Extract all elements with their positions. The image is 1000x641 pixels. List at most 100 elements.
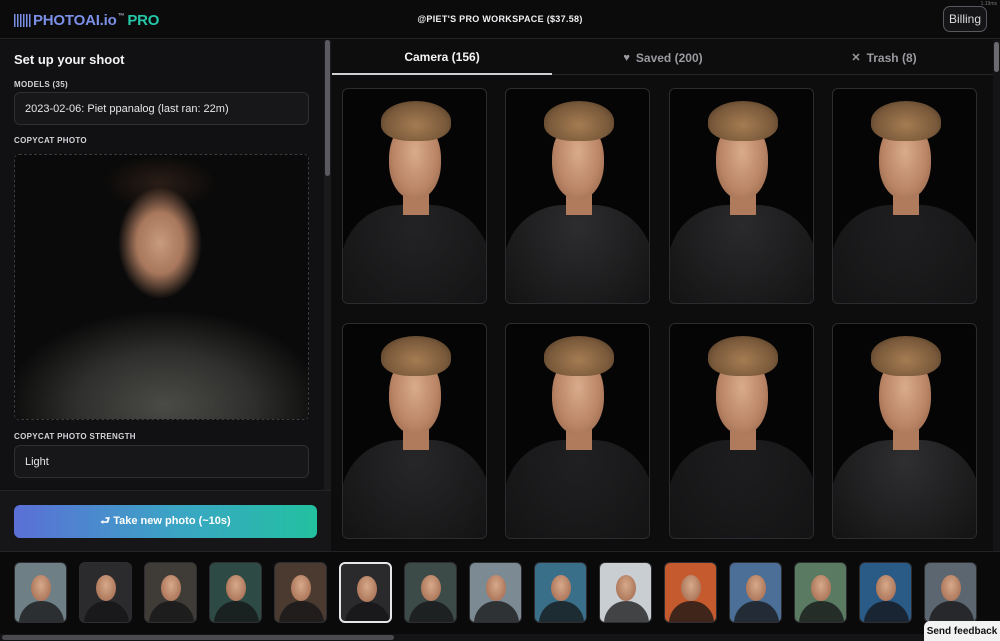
photo-hair <box>544 101 614 141</box>
thumbnail-body <box>799 601 844 622</box>
photo-shirt <box>833 205 976 303</box>
thumbnail-face <box>161 575 181 601</box>
generated-photo[interactable] <box>342 88 487 304</box>
thumbnail-face <box>876 575 896 601</box>
copycat-thumbnail[interactable] <box>924 562 977 623</box>
thumbnail-body <box>669 601 714 622</box>
thumbnail-face <box>421 575 441 601</box>
panel-title: Set up your shoot <box>14 52 125 67</box>
thumbnail-body <box>864 601 909 622</box>
thumbnail-body <box>345 602 390 621</box>
billing-button[interactable]: Billing <box>943 6 987 32</box>
thumbnail-face <box>31 575 51 601</box>
thumbnail-face <box>616 575 636 601</box>
copycat-thumbnail[interactable] <box>274 562 327 623</box>
thumbnail-body <box>929 601 974 622</box>
thumbnail-body <box>214 601 259 622</box>
thumbnail-face <box>96 575 116 601</box>
copycat-strength-select[interactable]: Light <box>14 445 309 478</box>
copycat-thumbnail-strip: Send feedback <box>0 551 1000 641</box>
generated-photo[interactable] <box>342 323 487 539</box>
copycat-thumbnail[interactable] <box>469 562 522 623</box>
copycat-thumbnail[interactable] <box>209 562 262 623</box>
generated-photo[interactable] <box>669 323 814 539</box>
photo-hair <box>871 336 941 376</box>
photo-shirt <box>670 205 813 303</box>
thumbnail-body <box>84 601 129 622</box>
tab-camera-label: Camera (156) <box>404 49 480 64</box>
copycat-thumbnail[interactable] <box>144 562 197 623</box>
gallery-scrollbar[interactable] <box>993 40 1000 551</box>
copycat-photo-dropzone[interactable] <box>14 154 309 420</box>
generated-photo[interactable] <box>505 88 650 304</box>
photo-shirt <box>833 440 976 538</box>
left-scrollbar[interactable] <box>324 40 331 551</box>
photo-shirt <box>343 440 486 538</box>
copycat-thumbnail[interactable] <box>729 562 782 623</box>
photo-hair <box>708 336 778 376</box>
gallery-panel: Camera (156) ♥ Saved (200) ✕ Trash (8) <box>332 40 1000 551</box>
copycat-thumbnail[interactable] <box>79 562 132 623</box>
shoot-setup-panel: Set up your shoot MODELS (35) 2023-02-06… <box>0 40 331 551</box>
photo-hair <box>544 336 614 376</box>
thumbnail-body <box>539 601 584 622</box>
send-feedback-button[interactable]: Send feedback <box>924 621 1000 641</box>
copycat-thumbnail[interactable] <box>794 562 847 623</box>
photo-shirt <box>506 440 649 538</box>
copycat-thumbnail[interactable] <box>404 562 457 623</box>
generated-photo[interactable] <box>832 88 977 304</box>
thumbnail-body <box>19 601 64 622</box>
thumbnail-body <box>279 601 324 622</box>
tab-trash-label: Trash (8) <box>866 50 917 65</box>
heart-icon: ♥ <box>623 51 630 64</box>
strip-scrollbar-thumb[interactable] <box>2 635 394 640</box>
generated-photo[interactable] <box>505 323 650 539</box>
thumbnail-face <box>486 575 506 601</box>
gallery-scrollbar-thumb[interactable] <box>994 42 999 72</box>
thumbnail-face <box>357 576 377 602</box>
copycat-thumbnail[interactable] <box>339 562 392 623</box>
tab-saved[interactable]: ♥ Saved (200) <box>553 40 773 75</box>
thumbnail-face <box>746 575 766 601</box>
thumbnail-face <box>226 575 246 601</box>
left-scrollbar-thumb[interactable] <box>325 40 330 176</box>
thumbnail-body <box>149 601 194 622</box>
version-label: 1.19ms <box>980 1 997 7</box>
cta-bar: ⮐ Take new photo (~10s) <box>0 490 331 551</box>
photo-shirt <box>670 440 813 538</box>
copycat-thumbnail[interactable] <box>534 562 587 623</box>
thumbnail-face <box>681 575 701 601</box>
photo-hair <box>381 101 451 141</box>
generated-photo[interactable] <box>669 88 814 304</box>
thumbnail-body <box>474 601 519 622</box>
model-select[interactable]: 2023-02-06: Piet ppanalog (last ran: 22m… <box>14 92 309 125</box>
copycat-photo-label: COPYCAT PHOTO <box>14 136 87 145</box>
models-label: MODELS (35) <box>14 80 68 89</box>
photo-hair <box>708 101 778 141</box>
take-new-photo-button[interactable]: ⮐ Take new photo (~10s) <box>14 505 317 538</box>
gallery-tabs: Camera (156) ♥ Saved (200) ✕ Trash (8) <box>332 40 995 75</box>
close-icon: ✕ <box>851 52 861 64</box>
strip-scrollbar[interactable] <box>0 634 1000 641</box>
photo-shirt <box>506 205 649 303</box>
photoai-app: PHOTOAI.io ™ PRO @PIET'S PRO WORKSPACE (… <box>0 0 1000 641</box>
photo-shirt <box>343 205 486 303</box>
thumbnail-face <box>811 575 831 601</box>
generated-photo[interactable] <box>832 323 977 539</box>
copycat-thumbnail[interactable] <box>14 562 67 623</box>
thumbnail-face <box>941 575 961 601</box>
tab-saved-label: Saved (200) <box>635 50 703 65</box>
tab-camera[interactable]: Camera (156) <box>332 40 552 75</box>
copycat-strength-label: COPYCAT PHOTO STRENGTH <box>14 432 136 441</box>
thumbnail-face <box>551 575 571 601</box>
workspace-title: @PIET'S PRO WORKSPACE ($37.58) <box>417 14 583 24</box>
photo-hair <box>871 101 941 141</box>
tab-trash[interactable]: ✕ Trash (8) <box>774 40 994 75</box>
copycat-thumbnail[interactable] <box>599 562 652 623</box>
copycat-portrait-image <box>15 155 308 419</box>
copycat-thumbnail[interactable] <box>664 562 717 623</box>
photo-hair <box>381 336 451 376</box>
copycat-thumbnail[interactable] <box>859 562 912 623</box>
thumbnail-body <box>734 601 779 622</box>
thumbnail-face <box>291 575 311 601</box>
